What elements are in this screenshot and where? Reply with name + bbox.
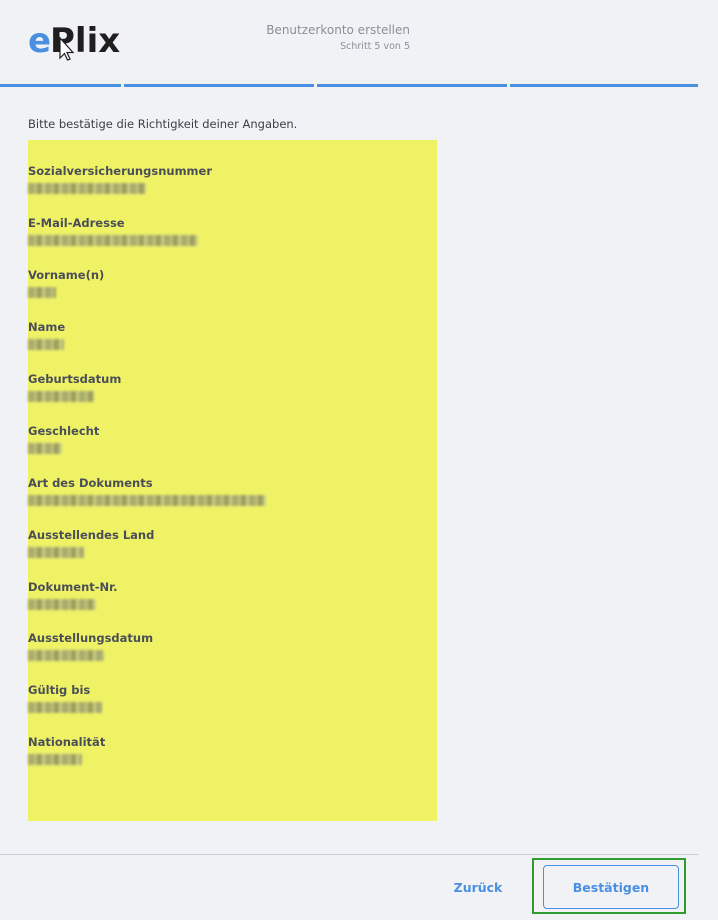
summary-panel: Sozialversicherungsnummer E-Mail-Adresse… [28, 140, 437, 821]
redacted-value [28, 702, 102, 713]
field-document-number: Dokument-Nr. [28, 580, 428, 610]
field-label: Ausstellendes Land [28, 528, 155, 542]
confirm-button[interactable]: Bestätigen [543, 865, 679, 909]
redacted-value [28, 287, 56, 298]
field-social-security-number: Sozialversicherungsnummer [28, 164, 428, 194]
redacted-value [28, 599, 96, 610]
field-label: Nationalität [28, 735, 106, 749]
redacted-value [28, 443, 62, 454]
field-birth-date: Geburtsdatum [28, 372, 428, 402]
back-button[interactable]: Zurück [436, 872, 520, 902]
field-label: Sozialversicherungsnummer [28, 164, 213, 178]
progress-segment-3 [317, 84, 507, 87]
step-indicator: Schritt 5 von 5 [340, 41, 410, 52]
field-document-type: Art des Dokuments [28, 476, 428, 506]
field-first-names: Vorname(n) [28, 268, 428, 298]
redacted-value [28, 650, 104, 661]
field-label: E-Mail-Adresse [28, 216, 125, 230]
footer-divider [0, 854, 698, 855]
progress-segment-1 [0, 84, 121, 87]
field-issuing-country: Ausstellendes Land [28, 528, 428, 558]
progress-bar [0, 84, 718, 87]
field-label: Gültig bis [28, 683, 91, 697]
intro-text: Bitte bestätige die Richtigkeit deiner A… [28, 117, 298, 131]
field-nationality: Nationalität [28, 735, 428, 765]
page-title: Benutzerkonto erstellen [266, 23, 410, 37]
redacted-value [28, 754, 82, 765]
field-label: Dokument-Nr. [28, 580, 118, 594]
field-label: Vorname(n) [28, 268, 105, 282]
eplix-logo: e Plix [28, 21, 120, 61]
field-label: Art des Dokuments [28, 476, 153, 490]
field-label: Geschlecht [28, 424, 100, 438]
field-issue-date: Ausstellungsdatum [28, 631, 428, 661]
svg-text:e: e [28, 21, 51, 61]
field-label: Geburtsdatum [28, 372, 122, 386]
field-valid-until: Gültig bis [28, 683, 428, 713]
field-label: Ausstellungsdatum [28, 631, 154, 645]
header-info: Benutzerkonto erstellen Schritt 5 von 5 [266, 22, 410, 54]
redacted-value [28, 339, 64, 350]
redacted-value [28, 235, 198, 246]
field-name: Name [28, 320, 428, 350]
field-label: Name [28, 320, 66, 334]
redacted-value [28, 495, 266, 506]
progress-segment-4 [510, 84, 698, 87]
field-email: E-Mail-Adresse [28, 216, 428, 246]
redacted-value [28, 391, 94, 402]
redacted-value [28, 547, 84, 558]
redacted-value [28, 183, 146, 194]
field-gender: Geschlecht [28, 424, 428, 454]
progress-segment-2 [124, 84, 314, 87]
